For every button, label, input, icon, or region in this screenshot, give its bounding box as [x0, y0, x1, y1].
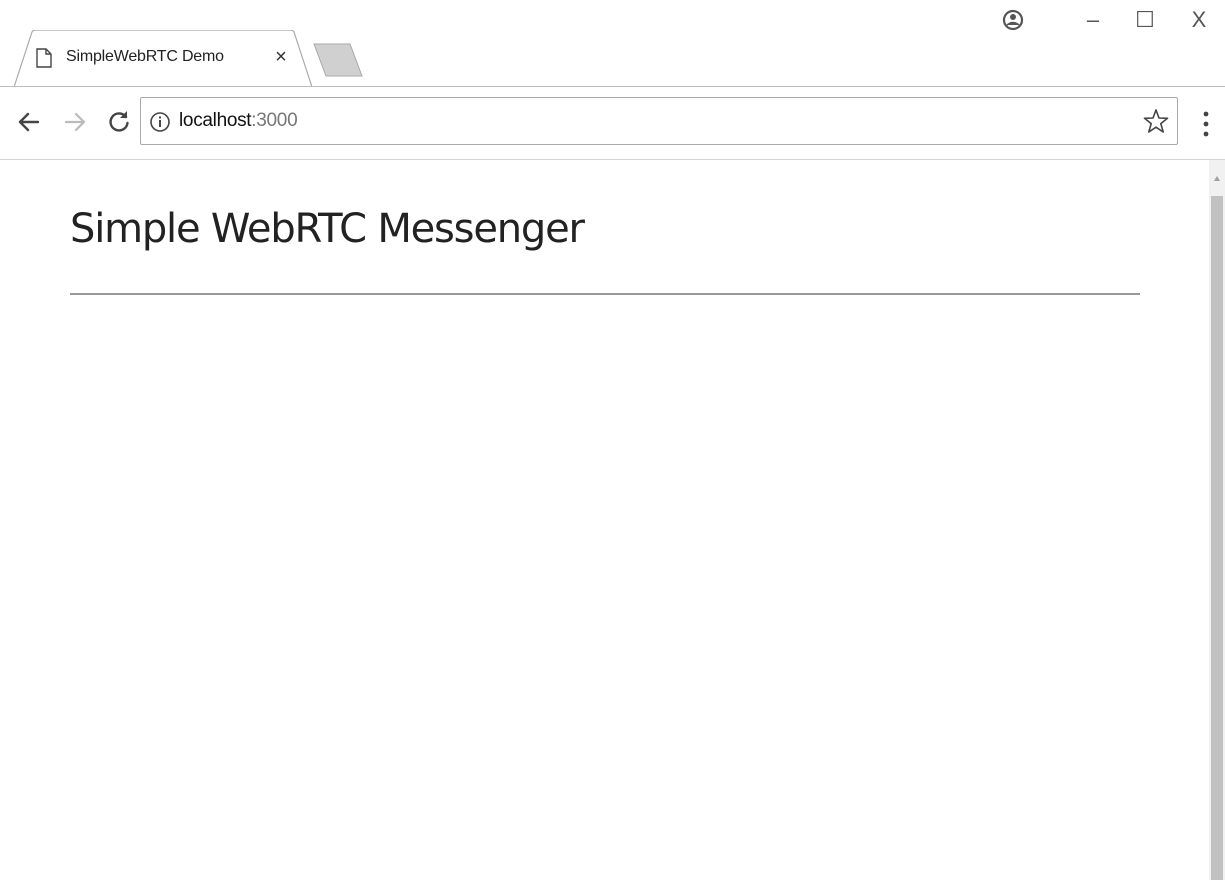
- heading-divider: [70, 293, 1140, 295]
- kebab-menu-icon[interactable]: [1196, 107, 1216, 141]
- url-text: localhost:3000: [179, 110, 298, 132]
- star-icon[interactable]: [1143, 108, 1169, 134]
- page-viewport: Simple WebRTC Messenger: [0, 160, 1225, 880]
- tab-close-button[interactable]: ×: [268, 44, 294, 70]
- minimize-button[interactable]: –: [1073, 2, 1113, 38]
- reload-icon[interactable]: [104, 107, 134, 137]
- window-controls: – ☐ X: [965, 0, 1225, 40]
- vertical-scrollbar[interactable]: [1209, 160, 1225, 880]
- browser-window: SimpleWebRTC Demo × – ☐ X localhost:3000…: [0, 0, 1225, 880]
- title-bar: SimpleWebRTC Demo × – ☐ X: [0, 0, 1225, 87]
- url-port: :3000: [251, 110, 298, 131]
- tab-simplewebrtc-demo[interactable]: SimpleWebRTC Demo ×: [14, 30, 314, 87]
- tab-title: SimpleWebRTC Demo: [66, 48, 224, 65]
- url-host: localhost: [179, 110, 252, 131]
- info-icon[interactable]: [149, 111, 171, 133]
- back-arrow-icon[interactable]: [14, 107, 44, 137]
- page-title: Simple WebRTC Messenger: [70, 206, 585, 252]
- profile-icon[interactable]: [993, 2, 1033, 38]
- browser-toolbar: localhost:3000: [0, 86, 1225, 160]
- scrollbar-thumb[interactable]: [1211, 196, 1223, 880]
- new-tab-icon[interactable]: [306, 42, 366, 78]
- scroll-up-arrow-icon[interactable]: [1209, 168, 1225, 188]
- page-icon: [36, 48, 52, 68]
- forward-arrow-icon[interactable]: [60, 107, 90, 137]
- address-bar[interactable]: localhost:3000: [140, 97, 1178, 145]
- maximize-button[interactable]: ☐: [1125, 2, 1165, 38]
- close-window-button[interactable]: X: [1179, 2, 1219, 38]
